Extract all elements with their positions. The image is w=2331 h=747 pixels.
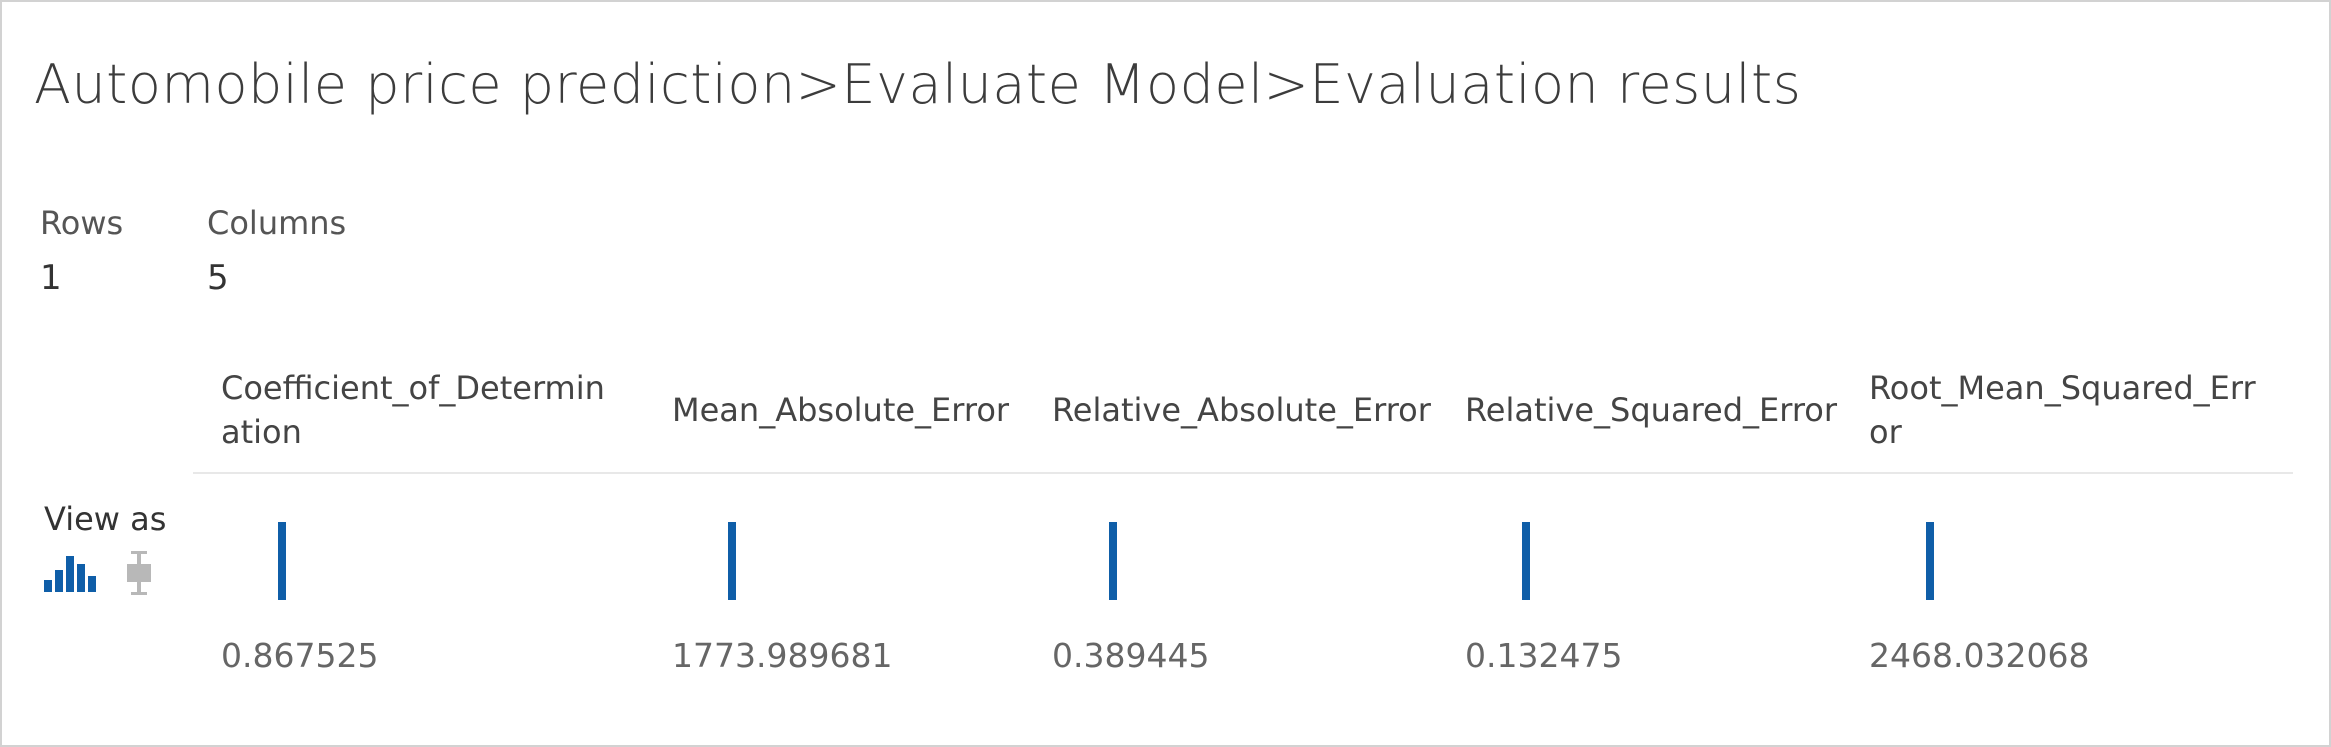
- histogram-icon[interactable]: [44, 552, 96, 592]
- header-divider: [193, 472, 2293, 474]
- columns-value: 5: [207, 258, 229, 298]
- rows-value: 1: [40, 258, 62, 298]
- histogram-bar[interactable]: [1926, 522, 1934, 600]
- column-header-relative-squared-error[interactable]: Relative_Squared_Error: [1465, 388, 1855, 432]
- boxplot-icon[interactable]: [124, 550, 154, 596]
- cell-root-mean-squared-error: 2468.032068: [1869, 636, 2090, 675]
- column-header-mean-absolute-error[interactable]: Mean_Absolute_Error: [672, 388, 1052, 432]
- histogram-bar[interactable]: [1522, 522, 1530, 600]
- breadcrumb-output: Evaluation results: [1309, 52, 1802, 116]
- breadcrumb: Automobile price prediction > Evaluate M…: [34, 44, 1801, 124]
- cell-relative-squared-error: 0.132475: [1465, 636, 1623, 675]
- columns-label: Columns: [207, 204, 347, 242]
- cell-relative-absolute-error: 0.389445: [1052, 636, 1210, 675]
- breadcrumb-module[interactable]: Evaluate Model: [841, 53, 1263, 116]
- column-header-coefficient-of-determination[interactable]: Coefficient_of_Determination: [221, 366, 621, 454]
- breadcrumb-separator: >: [795, 52, 842, 116]
- breadcrumb-dataset[interactable]: Automobile price prediction: [34, 53, 796, 116]
- histogram-bar[interactable]: [728, 522, 736, 600]
- view-as-label: View as: [44, 500, 167, 538]
- breadcrumb-separator: >: [1263, 52, 1310, 116]
- cell-mean-absolute-error: 1773.989681: [672, 636, 893, 675]
- rows-label: Rows: [40, 204, 124, 242]
- column-header-relative-absolute-error[interactable]: Relative_Absolute_Error: [1052, 388, 1442, 432]
- histogram-bar[interactable]: [1109, 522, 1117, 600]
- cell-coefficient-of-determination: 0.867525: [221, 636, 379, 675]
- histogram-bar[interactable]: [278, 522, 286, 600]
- column-header-root-mean-squared-error[interactable]: Root_Mean_Squared_Error: [1869, 366, 2269, 454]
